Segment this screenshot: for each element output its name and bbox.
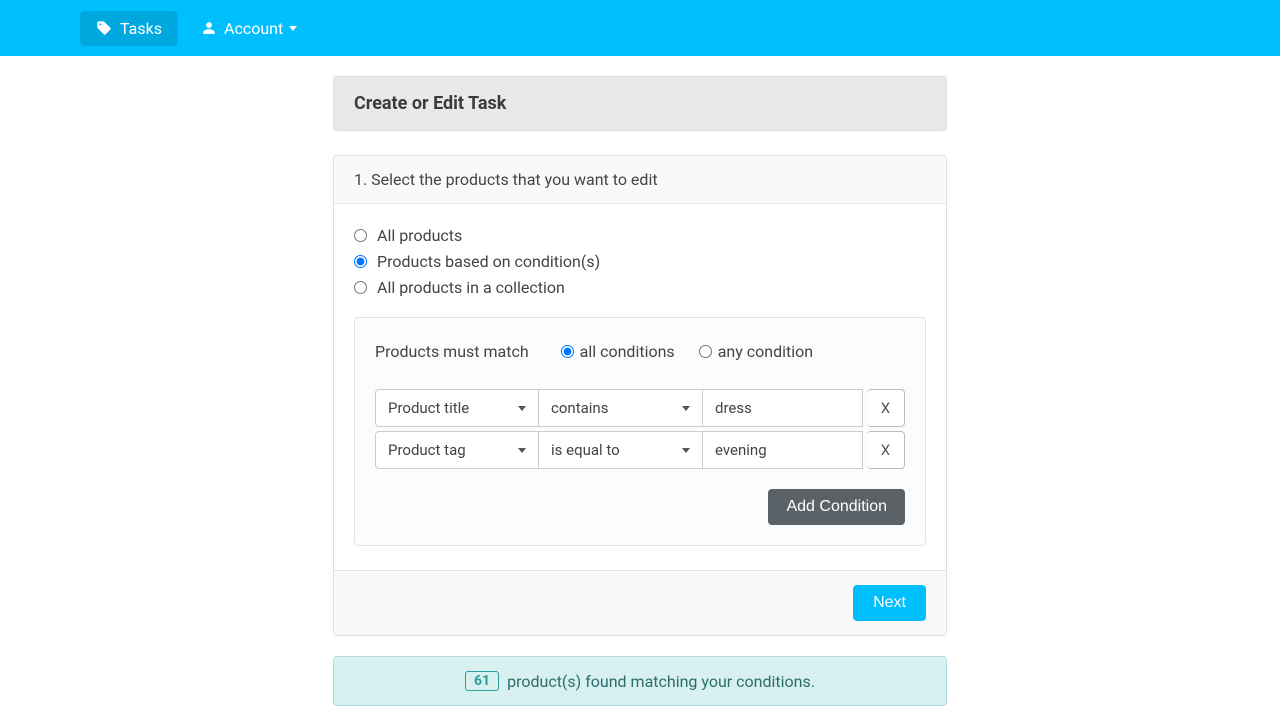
- match-row: Products must match all conditions any c…: [375, 342, 905, 361]
- condition-value-text: dress: [715, 399, 752, 417]
- step-heading: 1. Select the products that you want to …: [334, 156, 946, 204]
- nav-account[interactable]: Account: [186, 11, 313, 46]
- tag-icon: [96, 20, 112, 36]
- results-banner: 61 product(s) found matching your condit…: [333, 656, 947, 706]
- radio-input-all[interactable]: [354, 229, 367, 242]
- panel-body: All products Products based on condition…: [334, 204, 946, 546]
- condition-value-input[interactable]: dress: [703, 389, 863, 427]
- condition-field-value: Product title: [388, 399, 469, 417]
- chevron-down-icon: [289, 26, 297, 31]
- remove-condition-button[interactable]: X: [867, 431, 905, 469]
- match-any-radio[interactable]: [699, 345, 712, 358]
- conditions-box: Products must match all conditions any c…: [354, 317, 926, 546]
- radio-conditions[interactable]: Products based on condition(s): [354, 252, 926, 271]
- match-label: Products must match: [375, 342, 529, 361]
- user-icon: [202, 21, 216, 35]
- chevron-down-icon: [682, 448, 690, 453]
- match-all-radio[interactable]: [561, 345, 574, 358]
- condition-operator-select[interactable]: contains: [539, 389, 703, 427]
- results-text: product(s) found matching your condition…: [507, 672, 815, 691]
- condition-row: Product tag is equal to evening: [375, 431, 905, 469]
- selection-radio-group: All products Products based on condition…: [354, 226, 926, 297]
- match-any-option[interactable]: any condition: [699, 342, 813, 361]
- panel-footer: Next: [334, 570, 946, 635]
- remove-condition-button[interactable]: X: [867, 389, 905, 427]
- condition-field-select[interactable]: Product title: [375, 389, 539, 427]
- add-condition-button[interactable]: Add Condition: [768, 489, 905, 525]
- radio-label-all: All products: [377, 226, 462, 245]
- match-all-label: all conditions: [580, 342, 675, 361]
- top-navbar: Tasks Account: [0, 0, 1280, 56]
- results-count-badge: 61: [465, 671, 499, 691]
- radio-all-products[interactable]: All products: [354, 226, 926, 245]
- page-title: Create or Edit Task: [333, 76, 947, 131]
- condition-row: Product title contains dress: [375, 389, 905, 427]
- radio-input-conditions[interactable]: [354, 255, 367, 268]
- chevron-down-icon: [518, 448, 526, 453]
- chevron-down-icon: [682, 406, 690, 411]
- nav-account-label: Account: [224, 19, 283, 38]
- radio-label-conditions: Products based on condition(s): [377, 252, 600, 271]
- main-container: Create or Edit Task 1. Select the produc…: [333, 56, 947, 706]
- radio-input-collection[interactable]: [354, 281, 367, 294]
- condition-value-text: evening: [715, 441, 767, 459]
- condition-operator-value: is equal to: [551, 441, 620, 459]
- match-any-label: any condition: [718, 342, 813, 361]
- condition-field-value: Product tag: [388, 441, 466, 459]
- condition-operator-select[interactable]: is equal to: [539, 431, 703, 469]
- match-all-option[interactable]: all conditions: [561, 342, 675, 361]
- nav-tasks[interactable]: Tasks: [80, 11, 178, 46]
- condition-value-input[interactable]: evening: [703, 431, 863, 469]
- radio-collection[interactable]: All products in a collection: [354, 278, 926, 297]
- step-panel: 1. Select the products that you want to …: [333, 155, 947, 636]
- radio-label-collection: All products in a collection: [377, 278, 565, 297]
- chevron-down-icon: [518, 406, 526, 411]
- nav-tasks-label: Tasks: [120, 19, 162, 38]
- next-button[interactable]: Next: [853, 585, 926, 621]
- condition-field-select[interactable]: Product tag: [375, 431, 539, 469]
- condition-operator-value: contains: [551, 399, 608, 417]
- add-condition-wrap: Add Condition: [375, 489, 905, 525]
